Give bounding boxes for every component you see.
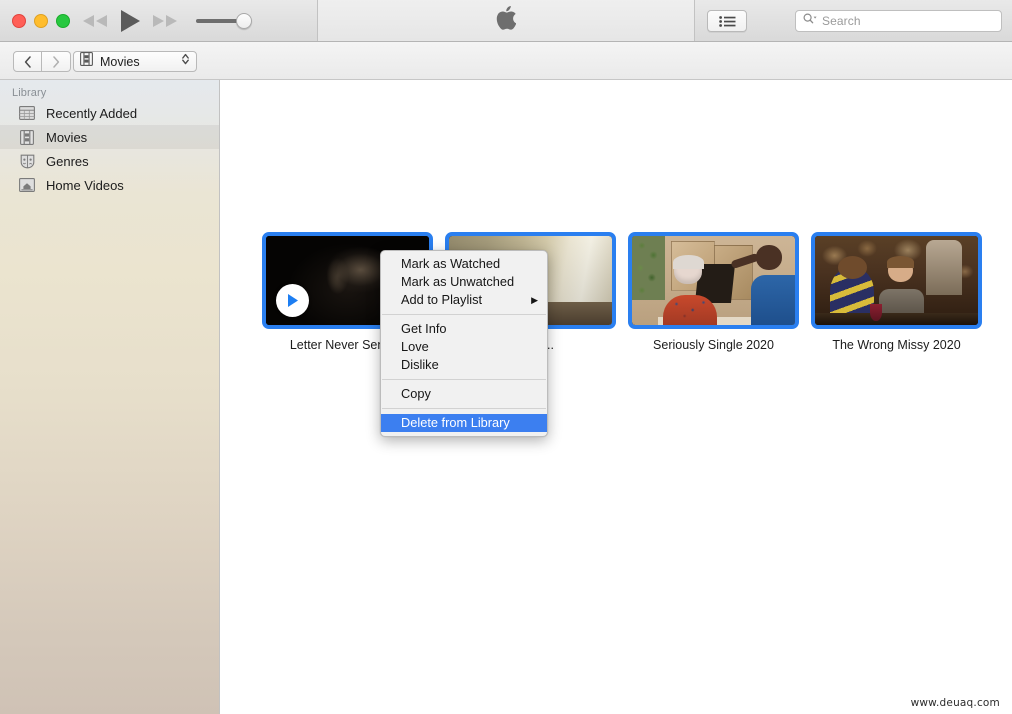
search-placeholder-text: Search bbox=[822, 14, 861, 28]
sidebar-item-genres[interactable]: Genres bbox=[0, 149, 219, 173]
forward-button[interactable] bbox=[42, 51, 71, 72]
sidebar-item-label: Genres bbox=[46, 153, 89, 169]
menu-item-love[interactable]: Love bbox=[381, 338, 547, 356]
menu-item-dislike[interactable]: Dislike bbox=[381, 356, 547, 374]
fast-forward-button[interactable] bbox=[152, 6, 178, 36]
sidebar-item-label: Recently Added bbox=[46, 105, 138, 121]
menu-item-get-info[interactable]: Get Info bbox=[381, 320, 547, 338]
menu-separator bbox=[382, 314, 546, 315]
play-overlay-button[interactable] bbox=[276, 284, 309, 317]
apple-logo-icon bbox=[496, 6, 517, 35]
zoom-window-button[interactable] bbox=[56, 14, 70, 28]
play-button[interactable] bbox=[119, 6, 141, 36]
list-view-button[interactable] bbox=[707, 10, 747, 32]
movie-thumbnail[interactable] bbox=[628, 232, 799, 329]
menu-item-label: Dislike bbox=[401, 357, 439, 372]
rewind-button[interactable] bbox=[82, 6, 108, 36]
movie-title: Seriously Single 2020 bbox=[653, 338, 774, 352]
sidebar-item-movies[interactable]: Movies bbox=[0, 125, 219, 149]
movie-thumbnail[interactable] bbox=[811, 232, 982, 329]
media-kind-label: Movies bbox=[100, 54, 140, 69]
menu-item-label: Get Info bbox=[401, 321, 447, 336]
sidebar-section-title: Library bbox=[12, 87, 47, 99]
transport-controls bbox=[82, 6, 178, 36]
volume-slider[interactable] bbox=[196, 13, 260, 29]
sidebar-item-label: Movies bbox=[46, 129, 88, 145]
up-down-chevron-icon bbox=[181, 52, 190, 71]
search-input[interactable]: Search bbox=[795, 10, 1002, 32]
menu-item-label: Copy bbox=[401, 386, 431, 401]
sidebar-item-label: Home Videos bbox=[46, 177, 124, 193]
menu-item-label: Add to Playlist bbox=[401, 292, 483, 307]
movie-item[interactable]: The Wrong Missy 2020 bbox=[805, 232, 988, 352]
film-strip-icon bbox=[80, 52, 93, 71]
minimize-window-button[interactable] bbox=[34, 14, 48, 28]
menu-item-copy[interactable]: Copy bbox=[381, 385, 547, 403]
context-menu: Mark as Watched Mark as Unwatched Add to… bbox=[380, 250, 548, 437]
submenu-arrow-icon: ▶ bbox=[531, 295, 538, 305]
theater-masks-icon bbox=[18, 153, 36, 169]
close-window-button[interactable] bbox=[12, 14, 26, 28]
window-controls bbox=[12, 14, 70, 28]
menu-item-add-to-playlist[interactable]: Add to Playlist ▶ bbox=[381, 291, 547, 309]
movie-artwork bbox=[632, 236, 795, 325]
menu-item-mark-as-watched[interactable]: Mark as Watched bbox=[381, 255, 547, 273]
media-kind-popup-button[interactable]: Movies bbox=[73, 51, 197, 72]
title-bar: Search bbox=[0, 0, 1012, 42]
menu-item-label: Mark as Unwatched bbox=[401, 274, 515, 289]
movie-item[interactable]: Seriously Single 2020 bbox=[622, 232, 805, 352]
film-strip-icon bbox=[18, 129, 36, 145]
back-forward-segmented-control bbox=[13, 51, 71, 72]
menu-separator bbox=[382, 379, 546, 380]
menu-item-label: Love bbox=[401, 339, 429, 354]
menu-separator bbox=[382, 408, 546, 409]
movie-grid: Letter Never Sent 20 Wrong... bbox=[256, 232, 988, 352]
site-watermark: www.deuaq.com bbox=[906, 696, 1004, 710]
sidebar-item-recently-added[interactable]: Recently Added bbox=[0, 101, 219, 125]
sidebar: Library Recently Added Movies Genres Hom… bbox=[0, 80, 220, 714]
grid-table-icon bbox=[18, 105, 36, 121]
itunes-window: Search Movies Library Recently Added Mov… bbox=[0, 0, 1012, 714]
home-video-icon bbox=[18, 177, 36, 193]
menu-item-mark-as-unwatched[interactable]: Mark as Unwatched bbox=[381, 273, 547, 291]
menu-item-label: Mark as Watched bbox=[401, 256, 501, 271]
back-button[interactable] bbox=[13, 51, 42, 72]
volume-knob[interactable] bbox=[236, 13, 252, 29]
movie-grid-content: Letter Never Sent 20 Wrong... bbox=[221, 80, 1012, 714]
navigation-bar: Movies Library Unwatched Store bbox=[0, 42, 1012, 113]
sidebar-item-home-videos[interactable]: Home Videos bbox=[0, 173, 219, 197]
movie-title: The Wrong Missy 2020 bbox=[832, 338, 961, 352]
now-playing-display bbox=[317, 0, 695, 41]
menu-item-delete-from-library[interactable]: Delete from Library bbox=[381, 414, 547, 432]
search-magnifier-icon bbox=[803, 12, 817, 30]
menu-item-label: Delete from Library bbox=[401, 415, 510, 430]
movie-artwork bbox=[815, 236, 978, 325]
